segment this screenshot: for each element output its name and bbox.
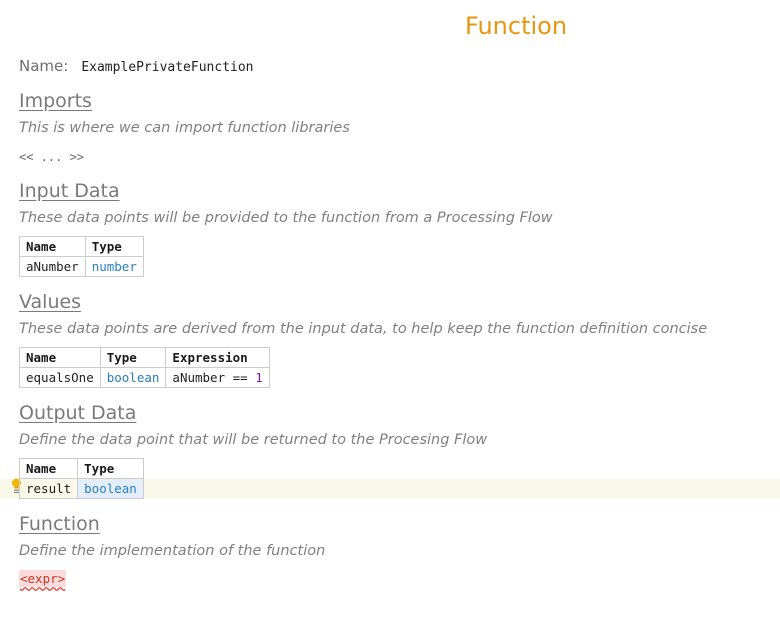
values-heading: Values bbox=[19, 291, 82, 313]
function-name-field[interactable]: ExamplePrivateFunction bbox=[81, 60, 253, 75]
table-header-row: Name Type Expression bbox=[19, 347, 270, 368]
input-name-cell[interactable]: aNumber bbox=[19, 256, 86, 277]
input-data-table: Name Type aNumber number bbox=[19, 236, 144, 277]
expression-lhs: aNumber == bbox=[172, 370, 256, 385]
imports-placeholder[interactable]: << ... >> bbox=[19, 150, 84, 164]
values-table: Name Type Expression equalsOne boolean a… bbox=[19, 347, 270, 388]
value-name-cell[interactable]: equalsOne bbox=[19, 367, 101, 388]
column-header-name: Name bbox=[19, 236, 86, 257]
output-data-heading: Output Data bbox=[19, 402, 137, 424]
table-header-row: Name Type bbox=[19, 236, 144, 257]
output-type-cell[interactable]: boolean bbox=[77, 478, 144, 499]
expression-number-literal: 1 bbox=[255, 370, 263, 385]
input-data-heading: Input Data bbox=[19, 180, 120, 202]
imports-heading: Imports bbox=[19, 90, 92, 112]
column-header-type: Type bbox=[99, 347, 167, 368]
column-header-type: Type bbox=[77, 458, 144, 479]
output-data-table: Name Type result boolean bbox=[18, 458, 144, 499]
input-data-description: These data points will be provided to th… bbox=[19, 210, 553, 226]
function-heading: Function bbox=[19, 513, 100, 535]
column-header-name: Name bbox=[18, 458, 79, 479]
column-header-type: Type bbox=[84, 236, 144, 257]
column-header-name: Name bbox=[19, 347, 101, 368]
table-header-row: Name Type bbox=[18, 458, 144, 479]
name-label: Name: bbox=[19, 57, 69, 75]
column-header-expression: Expression bbox=[165, 347, 270, 368]
table-row: result boolean bbox=[18, 478, 144, 499]
table-row: aNumber number bbox=[19, 256, 144, 277]
table-row: equalsOne boolean aNumber == 1 bbox=[19, 367, 270, 388]
imports-description: This is where we can import function lib… bbox=[19, 120, 350, 136]
expression-placeholder[interactable]: <expr> bbox=[19, 570, 67, 587]
input-type-cell[interactable]: number bbox=[84, 256, 144, 277]
page-title: Function bbox=[464, 12, 568, 40]
value-type-cell[interactable]: boolean bbox=[99, 367, 167, 388]
function-description: Define the implementation of the functio… bbox=[19, 543, 326, 559]
values-description: These data points are derived from the i… bbox=[19, 321, 708, 337]
output-data-description: Define the data point that will be retur… bbox=[19, 432, 488, 448]
value-expression-cell[interactable]: aNumber == 1 bbox=[165, 367, 270, 388]
name-row: Name: ExamplePrivateFunction bbox=[19, 57, 254, 75]
output-name-cell[interactable]: result bbox=[18, 478, 79, 499]
